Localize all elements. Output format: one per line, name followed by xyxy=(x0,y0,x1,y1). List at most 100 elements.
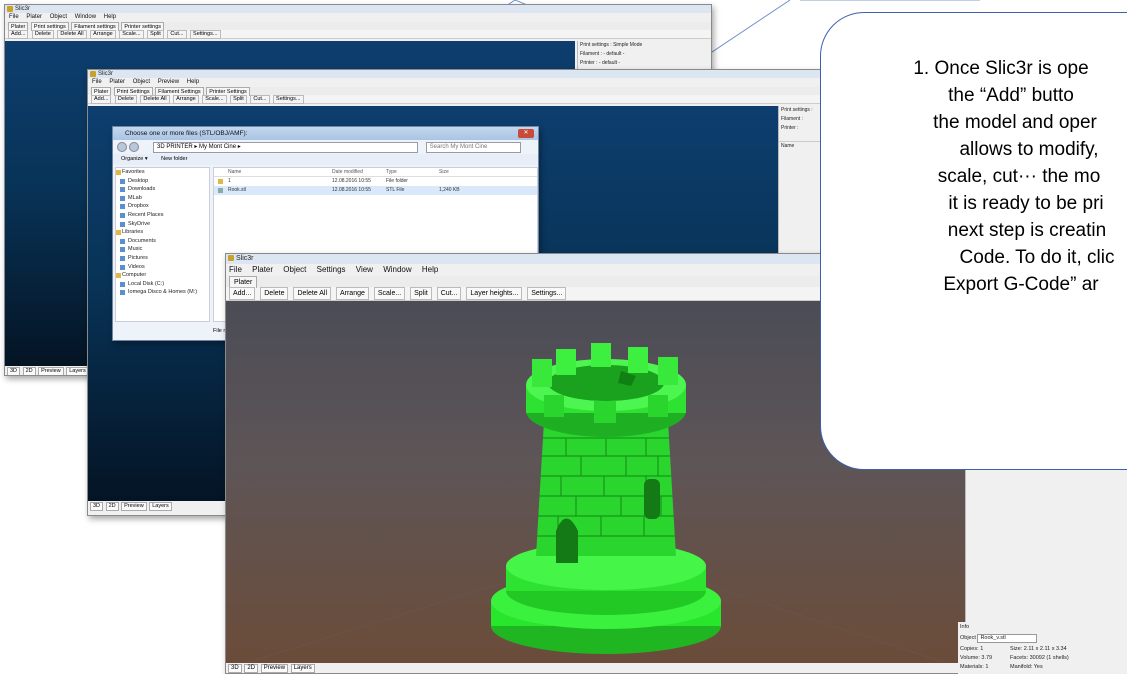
cut-button[interactable]: Cut... xyxy=(436,287,462,300)
menu-help[interactable]: Help xyxy=(187,79,199,85)
column-date-modified[interactable]: Date modified xyxy=(332,168,363,177)
delete-all-button[interactable]: Delete All xyxy=(140,95,170,104)
stl-file-icon xyxy=(218,188,223,193)
manifold-row: Manifold: Yes xyxy=(1010,664,1043,670)
file-row[interactable]: Rook.stl 12.08.2016 10:55 STL File 1,240… xyxy=(214,186,537,195)
view-tab-2d[interactable]: 2D xyxy=(244,664,259,673)
nav-item[interactable]: Videos xyxy=(116,263,209,272)
cut-button[interactable]: Cut... xyxy=(167,30,187,39)
menu-window[interactable]: Window xyxy=(75,14,96,20)
view-tab-preview[interactable]: Preview xyxy=(38,367,64,375)
nav-item[interactable]: MLab xyxy=(116,194,209,203)
path-breadcrumb[interactable]: 3D PRINTER ▸ My Mont Cine ▸ xyxy=(153,142,418,153)
menu-preview[interactable]: Preview xyxy=(158,79,179,85)
menu-file[interactable]: File xyxy=(229,265,242,274)
nav-item[interactable]: Documents xyxy=(116,237,209,246)
printer-row[interactable]: Printer : - default - xyxy=(578,59,711,68)
column-name[interactable]: Name xyxy=(228,168,241,177)
view-tab-3d[interactable]: 3D xyxy=(7,367,21,375)
nav-item[interactable]: Downloads xyxy=(116,185,209,194)
menu-settings[interactable]: Settings xyxy=(317,265,346,274)
delete-all-button[interactable]: Delete All xyxy=(57,30,87,39)
menu-help[interactable]: Help xyxy=(422,265,438,274)
nav-item[interactable]: Dropbox xyxy=(116,202,209,211)
menu-plater[interactable]: Plater xyxy=(26,14,42,20)
view-tab-2d[interactable]: 2D xyxy=(22,367,36,375)
menu-view[interactable]: View xyxy=(356,265,373,274)
menu-file[interactable]: File xyxy=(9,14,19,20)
delete-button[interactable]: Delete xyxy=(31,30,54,39)
add-button[interactable]: Add... xyxy=(8,30,29,39)
settings-button[interactable]: Settings... xyxy=(527,287,567,300)
print-settings-row[interactable]: Print settings : Simple Mode xyxy=(578,41,711,50)
column-size[interactable]: Size xyxy=(439,168,449,177)
menu-file[interactable]: File xyxy=(92,79,102,85)
back-arrow-icon[interactable] xyxy=(117,142,127,152)
scale-button[interactable]: Scale... xyxy=(373,287,406,300)
nav-item[interactable]: Local Disk (C:) xyxy=(116,280,209,289)
view-tab-layers[interactable]: Layers xyxy=(66,367,89,375)
recent-places-icon xyxy=(120,212,125,218)
nav-item[interactable]: Recent Places xyxy=(116,211,209,220)
nav-item[interactable]: Computer xyxy=(116,271,209,280)
menu-window[interactable]: Window xyxy=(383,265,411,274)
nav-item[interactable]: SkyDrive xyxy=(116,220,209,229)
view-tab-preview[interactable]: Preview xyxy=(121,502,147,511)
scale-button[interactable]: Scale... xyxy=(119,30,144,39)
disk-icon xyxy=(120,281,125,287)
filament-row[interactable]: Filament : - default - xyxy=(578,50,711,59)
split-button[interactable]: Split xyxy=(230,95,247,104)
delete-button[interactable]: Delete xyxy=(260,287,289,300)
view-tab-2d[interactable]: 2D xyxy=(105,502,119,511)
delete-all-button[interactable]: Delete All xyxy=(293,287,332,300)
view-tab-layers[interactable]: Layers xyxy=(290,664,315,673)
folder-icon xyxy=(120,195,125,201)
split-button[interactable]: Split xyxy=(410,287,432,300)
menu-help[interactable]: Help xyxy=(104,14,116,20)
folder-icon xyxy=(218,179,223,184)
file-row[interactable]: 1 12.08.2016 10:55 File folder xyxy=(214,177,537,186)
arrange-button[interactable]: Arrange xyxy=(173,95,199,104)
layer-heights-button[interactable]: Layer heights... xyxy=(466,287,523,300)
view-tab-3d[interactable]: 3D xyxy=(228,664,242,673)
slic3r-app-icon xyxy=(228,255,234,261)
nav-item[interactable]: Pictures xyxy=(116,254,209,263)
settings-button[interactable]: Settings... xyxy=(273,95,304,104)
menu-object[interactable]: Object xyxy=(50,14,67,20)
view-tab-preview[interactable]: Preview xyxy=(260,664,289,673)
split-button[interactable]: Split xyxy=(147,30,164,39)
back-window-menubar: File Plater Object Window Help xyxy=(5,13,711,22)
view-tab-layers[interactable]: Layers xyxy=(149,502,172,511)
menu-plater[interactable]: Plater xyxy=(109,79,125,85)
nav-item[interactable]: Desktop xyxy=(116,177,209,186)
back-window-titlebar: Slic3r xyxy=(5,5,711,13)
column-type[interactable]: Type xyxy=(386,168,397,177)
nav-item[interactable]: Music xyxy=(116,245,209,254)
cut-button[interactable]: Cut... xyxy=(250,95,270,104)
callout-line: the model and oper xyxy=(933,112,1097,133)
back-window-view-tabs: 3D 2D Preview Layers xyxy=(5,367,90,375)
settings-button[interactable]: Settings... xyxy=(190,30,221,39)
menu-plater[interactable]: Plater xyxy=(252,265,273,274)
nav-item[interactable]: Libraries xyxy=(116,228,209,237)
menu-object[interactable]: Object xyxy=(283,265,306,274)
callout-line: 1. Once Slic3r is ope xyxy=(913,58,1089,79)
object-select[interactable]: Rook_v.stl xyxy=(977,634,1038,643)
pictures-icon xyxy=(120,255,125,261)
dialog-search-input[interactable]: Search My Mont Cine xyxy=(425,142,521,153)
arrange-button[interactable]: Arrange xyxy=(90,30,116,39)
view-tab-3d[interactable]: 3D xyxy=(90,502,104,511)
forward-arrow-icon[interactable] xyxy=(129,142,139,152)
organize-button[interactable]: Organize ▾ xyxy=(121,156,148,162)
arrange-button[interactable]: Arrange xyxy=(335,287,369,300)
nav-item[interactable]: Favorites xyxy=(116,168,209,177)
new-folder-button[interactable]: New folder xyxy=(161,156,187,162)
dialog-close-icon[interactable]: ✕ xyxy=(518,129,534,138)
middle-window-view-tabs: 3D 2D Preview Layers xyxy=(88,502,173,511)
delete-button[interactable]: Delete xyxy=(114,95,137,104)
add-button[interactable]: Add... xyxy=(91,95,112,104)
add-button[interactable]: Add... xyxy=(229,287,256,300)
scale-button[interactable]: Scale... xyxy=(202,95,227,104)
menu-object[interactable]: Object xyxy=(133,79,150,85)
nav-item[interactable]: Iomega Disco & Homes (M:) xyxy=(116,288,209,297)
